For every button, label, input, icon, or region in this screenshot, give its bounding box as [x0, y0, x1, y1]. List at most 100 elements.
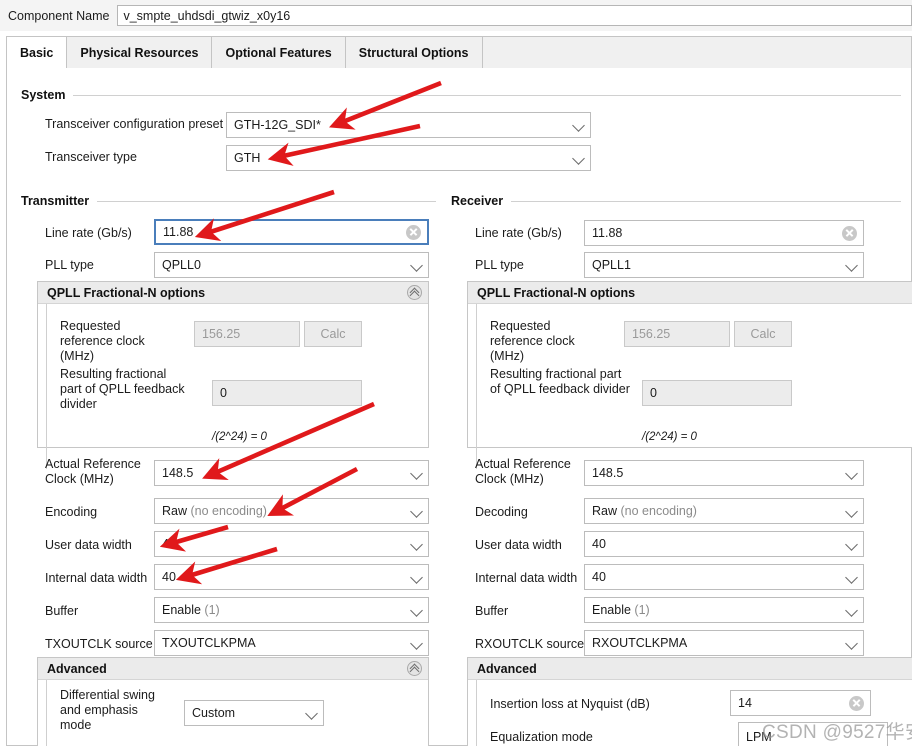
- tx-line-rate-input[interactable]: 11.88: [154, 219, 429, 245]
- tx-encoding-label: Encoding: [45, 505, 98, 519]
- tx-line-rate-row-label: Line rate (Gb/s): [45, 226, 132, 240]
- system-divider: [73, 94, 901, 96]
- rx-actual-ref-row-label: Actual Reference Clock (MHz): [475, 457, 580, 487]
- basic-tab-panel: System Transceiver configuration preset …: [6, 68, 912, 746]
- chevron-down-icon: [845, 537, 859, 551]
- tx-differential-swing-select[interactable]: Custom: [184, 700, 324, 726]
- tx-user-data-width-label: User data width: [45, 538, 132, 552]
- rx-buffer-value: Enable: [592, 603, 631, 617]
- rx-outclk-label: RXOUTCLK source: [475, 637, 585, 651]
- tx-fractional-part-input: 0: [212, 380, 362, 406]
- tx-internal-data-width-select[interactable]: 40: [154, 564, 429, 590]
- rx-outclk-source-select[interactable]: RXOUTCLKPMA: [584, 630, 864, 656]
- rx-internal-data-width-select[interactable]: 40: [584, 564, 864, 590]
- rx-line-rate-value: 11.88: [592, 226, 623, 240]
- chevron-down-icon: [845, 466, 859, 480]
- tx-buffer-value-wrap: Enable (1): [162, 603, 406, 617]
- tx-user-data-width-select[interactable]: 40: [154, 531, 429, 557]
- chevron-down-icon: [410, 636, 424, 650]
- rx-insertion-loss-label: Insertion loss at Nyquist (dB): [490, 697, 650, 711]
- rx-requested-ref-row-label: Requested reference clock (MHz): [490, 319, 600, 364]
- transceiver-configuration-preset-select[interactable]: GTH-12G_SDI*: [226, 112, 591, 138]
- rx-fractional-label: Resulting fractional part of QPLL feedba…: [490, 367, 630, 396]
- tx-buffer-select[interactable]: Enable (1): [154, 597, 429, 623]
- collapse-icon[interactable]: [407, 661, 422, 676]
- chevron-down-icon: [410, 466, 424, 480]
- tx-buffer-row-label: Buffer: [45, 604, 78, 618]
- tab-basic[interactable]: Basic: [7, 37, 68, 69]
- tab-physical-resources[interactable]: Physical Resources: [67, 37, 213, 69]
- rx-pll-type-row-label: PLL type: [475, 258, 524, 272]
- rx-user-data-width-select[interactable]: 40: [584, 531, 864, 557]
- tx-line-rate-value: 11.88: [163, 225, 194, 239]
- component-name-label: Component Name: [8, 8, 110, 23]
- tx-fractional-value: 0: [220, 386, 227, 400]
- clear-icon[interactable]: [849, 695, 864, 711]
- clear-icon[interactable]: [842, 225, 857, 241]
- rx-fractional-value: 0: [650, 386, 657, 400]
- chevron-down-icon: [845, 603, 859, 617]
- tx-buffer-value-muted: (1): [204, 603, 220, 617]
- rx-buffer-label: Buffer: [475, 604, 509, 618]
- rx-equalization-row-label: Equalization mode: [490, 730, 593, 744]
- tx-qpll-panel-header: QPLL Fractional-N options: [38, 282, 428, 304]
- tx-requested-reference-clock-input[interactable]: 156.25: [194, 321, 300, 347]
- rx-line-rate-row-label: Line rate (Gb/s): [475, 226, 562, 240]
- tab-structural-options[interactable]: Structural Options: [346, 37, 483, 69]
- rx-buffer-value-muted: (1): [634, 603, 650, 617]
- tx-advanced-indent-rule: [46, 680, 47, 746]
- system-group-header: System: [21, 88, 901, 102]
- component-name-input[interactable]: v_smpte_uhdsdi_gtwiz_x0y16: [117, 5, 912, 26]
- tx-requested-ref-row-label: Requested reference clock (MHz): [60, 319, 170, 364]
- tx-calc-label: Calc: [320, 327, 346, 341]
- tx-encoding-value-wrap: Raw (no encoding): [162, 504, 406, 518]
- ip-configuration-window: Component Name v_smpte_uhdsdi_gtwiz_x0y1…: [0, 0, 912, 746]
- component-name-value: v_smpte_uhdsdi_gtwiz_x0y16: [123, 8, 291, 23]
- transceiver-type-select[interactable]: GTH: [226, 145, 591, 171]
- tx-encoding-value: Raw: [162, 504, 188, 518]
- tx-outclk-value: TXOUTCLKPMA: [162, 636, 256, 650]
- tx-pll-type-select[interactable]: QPLL0: [154, 252, 429, 278]
- rx-user-data-width-value: 40: [592, 537, 606, 551]
- rx-internal-data-width-value: 40: [592, 570, 606, 584]
- tx-requested-ref-value: 156.25: [202, 327, 241, 341]
- tx-outclk-source-select[interactable]: TXOUTCLKPMA: [154, 630, 429, 656]
- tab-physical-resources-label: Physical Resources: [80, 46, 199, 60]
- rx-buffer-select[interactable]: Enable (1): [584, 597, 864, 623]
- tx-requested-ref-label: Requested reference clock (MHz): [60, 319, 145, 363]
- transceiver-type-row-label: Transceiver type: [45, 150, 137, 164]
- rx-decoding-select[interactable]: Raw (no encoding): [584, 498, 864, 524]
- tx-pll-type-row-label: PLL type: [45, 258, 94, 272]
- transceiver-type-label: Transceiver type: [45, 150, 137, 164]
- tx-encoding-row-label: Encoding: [45, 505, 97, 519]
- rx-requested-reference-clock-input[interactable]: 156.25: [624, 321, 730, 347]
- rx-internal-data-width-row-label: Internal data width: [475, 571, 577, 585]
- rx-actual-reference-clock-select[interactable]: 148.5: [584, 460, 864, 486]
- tx-buffer-value: Enable: [162, 603, 201, 617]
- receiver-divider: [511, 200, 901, 202]
- tx-qpll-title: QPLL Fractional-N options: [47, 285, 206, 300]
- rx-qpll-panel-header: QPLL Fractional-N options: [468, 282, 912, 304]
- rx-calc-label: Calc: [750, 327, 776, 341]
- rx-requested-ref-label: Requested reference clock (MHz): [490, 319, 575, 363]
- tx-diffswing-row-label: Differential swing and emphasis mode: [60, 688, 156, 733]
- tx-calc-button[interactable]: Calc: [304, 321, 362, 347]
- tab-optional-features[interactable]: Optional Features: [212, 37, 346, 69]
- rx-pll-type-select[interactable]: QPLL1: [584, 252, 864, 278]
- tx-encoding-select[interactable]: Raw (no encoding): [154, 498, 429, 524]
- tx-qpll-body: Requested reference clock (MHz) 156.25 C…: [38, 304, 428, 469]
- tx-actual-reference-clock-select[interactable]: 148.5: [154, 460, 429, 486]
- chevron-down-icon: [410, 537, 424, 551]
- clear-icon[interactable]: [406, 224, 421, 240]
- chevron-down-icon: [572, 151, 586, 165]
- rx-decoding-value-muted: (no encoding): [620, 504, 697, 518]
- tx-advanced-header: Advanced: [38, 658, 428, 680]
- rx-advanced-indent-rule: [476, 680, 477, 746]
- rx-calc-button[interactable]: Calc: [734, 321, 792, 347]
- rx-advanced-title: Advanced: [477, 661, 537, 676]
- preset-row-label: Transceiver configuration preset: [45, 117, 223, 131]
- rx-pll-type-value: QPLL1: [592, 258, 631, 272]
- rx-insertion-loss-input[interactable]: 14: [730, 690, 871, 716]
- rx-line-rate-input[interactable]: 11.88: [584, 220, 864, 246]
- collapse-icon[interactable]: [407, 285, 422, 300]
